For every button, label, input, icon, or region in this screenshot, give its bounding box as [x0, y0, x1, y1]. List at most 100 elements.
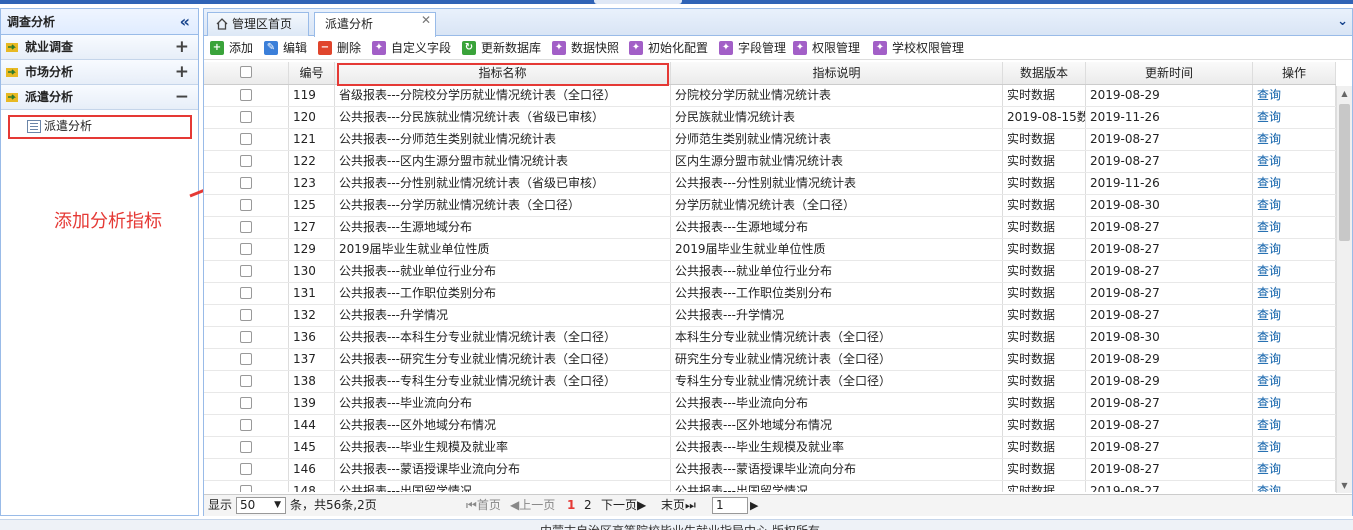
- toolbar-button-1[interactable]: ✎ 编辑: [264, 40, 307, 56]
- tab-dispatch-analysis[interactable]: 派遣分析 ✕: [314, 12, 436, 37]
- cell-text: 2019-08-30: [1090, 198, 1160, 212]
- query-link[interactable]: 查询: [1257, 88, 1281, 102]
- row-checkbox[interactable]: [240, 375, 252, 387]
- table-row[interactable]: 132 公共报表---升学情况 公共报表---升学情况 实时数据 2019-08-27 查…: [204, 305, 1336, 327]
- collapse-icon[interactable]: −: [175, 85, 189, 109]
- table-row[interactable]: 121 公共报表---分师范生类别就业情况统计表 分师范生类别就业情况统计表 实时数据…: [204, 129, 1336, 151]
- select-all-checkbox[interactable]: [240, 66, 252, 78]
- chevron-down-icon[interactable]: ⌄: [1337, 14, 1348, 29]
- row-checkbox[interactable]: [240, 485, 252, 492]
- row-checkbox[interactable]: [240, 89, 252, 101]
- scroll-up-icon[interactable]: ▲: [1337, 86, 1352, 101]
- accordion-dispatch-analysis[interactable]: 派遣分析 −: [1, 85, 198, 110]
- table-row[interactable]: 137 公共报表---研究生分专业就业情况统计表（全口径） 研究生分专业就业情况统计…: [204, 349, 1336, 371]
- row-checkbox[interactable]: [240, 221, 252, 233]
- column-header-time[interactable]: 更新时间: [1086, 62, 1253, 84]
- table-row[interactable]: 136 公共报表---本科生分专业就业情况统计表（全口径） 本科生分专业就业情况统计…: [204, 327, 1336, 349]
- row-checkbox[interactable]: [240, 177, 252, 189]
- query-link[interactable]: 查询: [1257, 484, 1281, 492]
- scrollbar-thumb[interactable]: [1339, 104, 1350, 241]
- expand-icon[interactable]: +: [175, 35, 189, 59]
- table-row[interactable]: 123 公共报表---分性别就业情况统计表（省级已审核） 公共报表---分性别就业情…: [204, 173, 1336, 195]
- query-link[interactable]: 查询: [1257, 264, 1281, 278]
- table-row[interactable]: 120 公共报表---分民族就业情况统计表（省级已审核） 分民族就业情况统计表 201…: [204, 107, 1336, 129]
- column-header-version[interactable]: 数据版本: [1003, 62, 1086, 84]
- table-row[interactable]: 146 公共报表---蒙语授课毕业流向分布 公共报表---蒙语授课毕业流向分布 实时数…: [204, 459, 1336, 481]
- table-row[interactable]: 144 公共报表---区外地域分布情况 公共报表---区外地域分布情况 实时数据 201…: [204, 415, 1336, 437]
- toolbar-button-6[interactable]: ✦ 初始化配置: [629, 40, 708, 56]
- page-jump-input[interactable]: 1: [712, 497, 748, 514]
- accordion-market-analysis[interactable]: 市场分析 +: [1, 60, 198, 85]
- query-link[interactable]: 查询: [1257, 154, 1281, 168]
- table-row[interactable]: 138 公共报表---专科生分专业就业情况统计表（全口径） 专科生分专业就业情况统计…: [204, 371, 1336, 393]
- query-link[interactable]: 查询: [1257, 396, 1281, 410]
- query-link[interactable]: 查询: [1257, 242, 1281, 256]
- scroll-down-icon[interactable]: ▼: [1337, 478, 1352, 493]
- query-link[interactable]: 查询: [1257, 462, 1281, 476]
- go-page-icon[interactable]: ▶: [750, 495, 758, 516]
- last-page-button[interactable]: 末页⏭: [661, 495, 696, 516]
- row-checkbox[interactable]: [240, 397, 252, 409]
- table-row[interactable]: 130 公共报表---就业单位行业分布 公共报表---就业单位行业分布 实时数据 201…: [204, 261, 1336, 283]
- toolbar-button-8[interactable]: ✦ 权限管理: [793, 40, 860, 56]
- query-link[interactable]: 查询: [1257, 286, 1281, 300]
- table-row[interactable]: 127 公共报表---生源地域分布 公共报表---生源地域分布 实时数据 2019-08…: [204, 217, 1336, 239]
- row-checkbox[interactable]: [240, 441, 252, 453]
- query-link[interactable]: 查询: [1257, 374, 1281, 388]
- table-row[interactable]: 119 省级报表---分院校分学历就业情况统计表（全口径） 分院校分学历就业情况统计…: [204, 85, 1336, 107]
- row-checkbox[interactable]: [240, 111, 252, 123]
- toolbar-button-5[interactable]: ✦ 数据快照: [552, 40, 619, 56]
- sidebar-item-dispatch-analysis[interactable]: 派遣分析: [8, 115, 192, 139]
- toolbar-button-3[interactable]: ✦ 自定义字段: [372, 40, 451, 56]
- row-checkbox[interactable]: [240, 265, 252, 277]
- query-link[interactable]: 查询: [1257, 352, 1281, 366]
- table-row[interactable]: 145 公共报表---毕业生规模及就业率 公共报表---毕业生规模及就业率 实时数据 2…: [204, 437, 1336, 459]
- row-checkbox[interactable]: [240, 331, 252, 343]
- column-header-desc[interactable]: 指标说明: [671, 62, 1003, 84]
- page-link-2[interactable]: 2: [584, 495, 592, 516]
- vertical-scrollbar[interactable]: ▲ ▼: [1336, 86, 1352, 493]
- top-banner-tab[interactable]: [594, 0, 682, 4]
- query-link[interactable]: 查询: [1257, 418, 1281, 432]
- query-link[interactable]: 查询: [1257, 110, 1281, 124]
- row-checkbox[interactable]: [240, 133, 252, 145]
- table-row[interactable]: 148 公共报表---出国留学情况 公共报表---出国留学情况 实时数据 2019-08…: [204, 481, 1336, 492]
- table-row[interactable]: 129 2019届毕业生就业单位性质 2019届毕业生就业单位性质 实时数据 2019-…: [204, 239, 1336, 261]
- toolbar-button-4[interactable]: ↻ 更新数据库: [462, 40, 541, 56]
- toolbar-button-0[interactable]: + 添加: [210, 40, 253, 56]
- collapse-left-icon[interactable]: «: [180, 9, 190, 35]
- query-link[interactable]: 查询: [1257, 198, 1281, 212]
- close-icon[interactable]: ✕: [421, 9, 431, 31]
- accordion-employment-survey[interactable]: 就业调查 +: [1, 35, 198, 60]
- expand-icon[interactable]: +: [175, 60, 189, 84]
- table-row[interactable]: 122 公共报表---区内生源分盟市就业情况统计表 区内生源分盟市就业情况统计表 实时…: [204, 151, 1336, 173]
- toolbar-button-2[interactable]: − 删除: [318, 40, 361, 56]
- toolbar-button-7[interactable]: ✦ 字段管理: [719, 40, 786, 56]
- query-link[interactable]: 查询: [1257, 330, 1281, 344]
- query-link[interactable]: 查询: [1257, 220, 1281, 234]
- row-checkbox[interactable]: [240, 243, 252, 255]
- column-header-id[interactable]: 编号: [289, 62, 335, 84]
- query-link[interactable]: 查询: [1257, 132, 1281, 146]
- toolbar-button-9[interactable]: ✦ 学校权限管理: [873, 40, 964, 56]
- row-checkbox[interactable]: [240, 155, 252, 167]
- row-checkbox[interactable]: [240, 287, 252, 299]
- query-link[interactable]: 查询: [1257, 176, 1281, 190]
- next-page-button[interactable]: 下一页▶: [601, 495, 646, 516]
- query-link[interactable]: 查询: [1257, 308, 1281, 322]
- row-checkbox[interactable]: [240, 309, 252, 321]
- cell-version: 实时数据: [1003, 195, 1086, 216]
- row-checkbox[interactable]: [240, 463, 252, 475]
- table-row[interactable]: 139 公共报表---毕业流向分布 公共报表---毕业流向分布 实时数据 2019-08…: [204, 393, 1336, 415]
- table-row[interactable]: 125 公共报表---分学历就业情况统计表（全口径） 分学历就业情况统计表（全口径）…: [204, 195, 1336, 217]
- page-size-select[interactable]: 50 ▼: [236, 497, 286, 514]
- first-page-button[interactable]: ⏮首页: [466, 495, 501, 516]
- page-link-1[interactable]: 1: [567, 495, 575, 516]
- row-checkbox[interactable]: [240, 353, 252, 365]
- row-checkbox[interactable]: [240, 419, 252, 431]
- tab-home[interactable]: 管理区首页: [207, 12, 309, 36]
- table-row[interactable]: 131 公共报表---工作职位类别分布 公共报表---工作职位类别分布 实时数据 201…: [204, 283, 1336, 305]
- prev-page-button[interactable]: ◀上一页: [510, 495, 555, 516]
- query-link[interactable]: 查询: [1257, 440, 1281, 454]
- row-checkbox[interactable]: [240, 199, 252, 211]
